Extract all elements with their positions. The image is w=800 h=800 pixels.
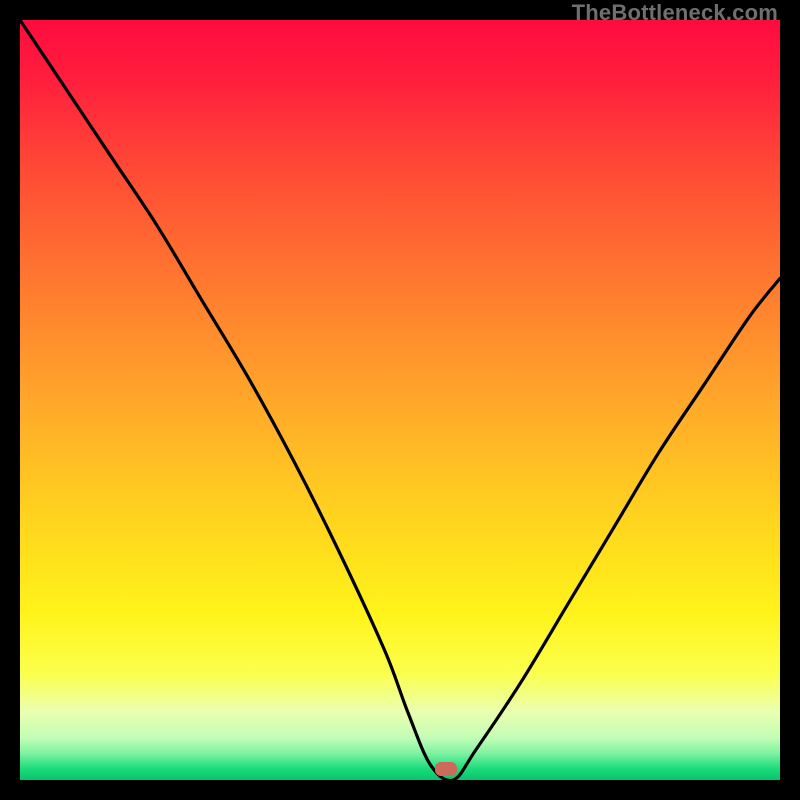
watermark-label: TheBottleneck.com <box>572 0 778 26</box>
chart-frame: TheBottleneck.com <box>0 0 800 800</box>
bottleneck-curve <box>20 20 780 780</box>
plot-area <box>20 20 780 780</box>
optimal-marker <box>435 762 457 776</box>
